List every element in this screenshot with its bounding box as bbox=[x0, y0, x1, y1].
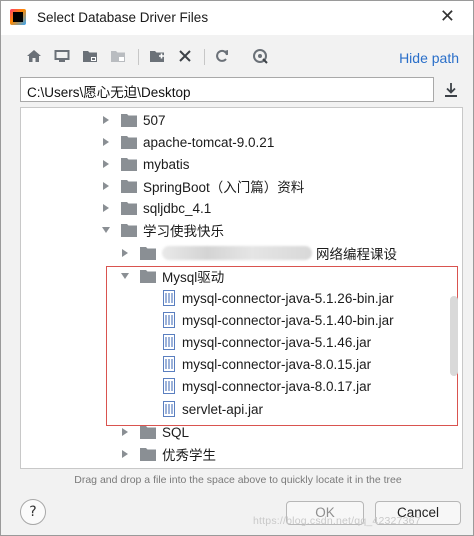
jar-file-icon bbox=[163, 401, 175, 417]
module-folder-icon[interactable] bbox=[109, 47, 127, 65]
home-icon[interactable] bbox=[25, 47, 43, 65]
tree-row[interactable]: mysql-connector-java-8.0.17.jar bbox=[163, 375, 462, 397]
tree-item-label: SQL bbox=[162, 424, 190, 440]
tree-row[interactable]: sqljdbc_4.1 bbox=[101, 197, 462, 219]
file-tree[interactable]: 507 apache-tomcat-9.0.21 mybatis SpringB… bbox=[20, 107, 463, 469]
close-button[interactable]: ✕ bbox=[440, 8, 455, 26]
dialog-title: Select Database Driver Files bbox=[37, 10, 209, 25]
tree-row[interactable]: 507 bbox=[101, 109, 462, 131]
expand-arrow-icon[interactable] bbox=[101, 159, 111, 169]
expand-arrow-icon[interactable] bbox=[120, 427, 130, 437]
toolbar: Hide path bbox=[1, 43, 473, 71]
expand-arrow-icon[interactable] bbox=[101, 115, 111, 125]
folder-icon bbox=[140, 246, 156, 260]
tree-item-label: Mysql驱动 bbox=[162, 270, 225, 285]
folder-icon bbox=[121, 179, 137, 193]
tree-item-label: mysql-connector-java-5.1.46.jar bbox=[182, 334, 372, 350]
collapse-arrow-icon[interactable] bbox=[101, 225, 111, 235]
tree-item-label: 学习使我快乐 bbox=[143, 224, 224, 239]
tree-item-label: mysql-connector-java-5.1.26-bin.jar bbox=[182, 290, 394, 306]
tree-item-label: mysql-connector-java-8.0.17.jar bbox=[182, 378, 372, 394]
tree-row[interactable]: mysql-connector-java-5.1.40-bin.jar bbox=[163, 309, 462, 331]
tree-item-label: mybatis bbox=[143, 156, 190, 172]
jar-file-icon bbox=[163, 378, 175, 394]
watermark: https://blog.csdn.net/qq_42327367 bbox=[253, 515, 421, 527]
collapse-arrow-icon[interactable] bbox=[120, 271, 130, 281]
folder-icon bbox=[121, 113, 137, 127]
tree-item-label: sqljdbc_4.1 bbox=[143, 200, 212, 216]
jar-file-icon bbox=[163, 290, 175, 306]
tree-item-label: 优秀学生 bbox=[162, 448, 216, 463]
tree-row[interactable]: 学习使我快乐 bbox=[101, 219, 462, 241]
project-folder-icon[interactable] bbox=[81, 47, 99, 65]
tree-item-label: 网络编程课设 bbox=[316, 247, 397, 262]
tree-row[interactable]: mysql-connector-java-5.1.26-bin.jar bbox=[163, 287, 462, 309]
path-input[interactable]: C:\Users\愿心无迫\Desktop bbox=[20, 77, 434, 102]
jar-file-icon bbox=[163, 356, 175, 372]
vertical-scrollbar[interactable] bbox=[450, 296, 458, 376]
tree-row[interactable]: mybatis bbox=[101, 153, 462, 175]
tree-item-label: servlet-api.jar bbox=[182, 401, 264, 417]
tree-item-label: 507 bbox=[143, 112, 166, 128]
folder-icon bbox=[121, 201, 137, 215]
toolbar-separator bbox=[204, 49, 205, 65]
tree-row[interactable]: SpringBoot（入门篇）资料 bbox=[101, 175, 462, 197]
tree-row[interactable]: mysql-connector-java-8.0.15.jar bbox=[163, 353, 462, 375]
title-bar: Select Database Driver Files ✕ bbox=[1, 1, 473, 35]
tree-item-label: mysql-connector-java-5.1.40-bin.jar bbox=[182, 312, 394, 328]
tree-row[interactable]: Mysql驱动 bbox=[120, 265, 462, 287]
tree-item-label: SpringBoot（入门篇）资料 bbox=[143, 180, 305, 195]
tree-row[interactable]: SQL bbox=[120, 421, 462, 443]
delete-icon[interactable] bbox=[176, 47, 194, 65]
folder-icon bbox=[140, 269, 156, 283]
obscured-text bbox=[162, 246, 312, 260]
jar-file-icon bbox=[163, 312, 175, 328]
expand-arrow-icon[interactable] bbox=[120, 449, 130, 459]
show-hidden-icon[interactable] bbox=[251, 47, 269, 65]
folder-icon bbox=[121, 135, 137, 149]
tree-row[interactable]: apache-tomcat-9.0.21 bbox=[101, 131, 462, 153]
tree-row[interactable]: mysql-connector-java-5.1.46.jar bbox=[163, 331, 462, 353]
expand-arrow-icon[interactable] bbox=[101, 181, 111, 191]
select-driver-files-dialog: Select Database Driver Files ✕ Hide path… bbox=[0, 0, 474, 536]
intellij-app-icon bbox=[10, 9, 26, 25]
download-icon[interactable] bbox=[442, 81, 460, 99]
desktop-icon[interactable] bbox=[53, 47, 71, 65]
new-folder-icon[interactable] bbox=[148, 47, 166, 65]
tree-row[interactable]: servlet-api.jar bbox=[163, 398, 462, 420]
hide-path-link[interactable]: Hide path bbox=[399, 50, 459, 66]
folder-icon bbox=[140, 425, 156, 439]
refresh-icon[interactable] bbox=[213, 47, 231, 65]
folder-icon bbox=[121, 223, 137, 237]
drag-drop-hint: Drag and drop a file into the space abov… bbox=[74, 474, 402, 486]
tree-item-label: apache-tomcat-9.0.21 bbox=[143, 134, 275, 150]
toolbar-separator bbox=[138, 49, 139, 65]
expand-arrow-icon[interactable] bbox=[120, 248, 130, 258]
expand-arrow-icon[interactable] bbox=[101, 137, 111, 147]
folder-icon bbox=[121, 157, 137, 171]
folder-icon bbox=[140, 447, 156, 461]
help-button[interactable]: ? bbox=[20, 499, 46, 525]
jar-file-icon bbox=[163, 334, 175, 350]
tree-row[interactable]: 优秀学生 bbox=[120, 443, 462, 465]
tree-item-label: mysql-connector-java-8.0.15.jar bbox=[182, 356, 372, 372]
expand-arrow-icon[interactable] bbox=[101, 203, 111, 213]
tree-row[interactable]: 网络编程课设 bbox=[120, 242, 462, 264]
